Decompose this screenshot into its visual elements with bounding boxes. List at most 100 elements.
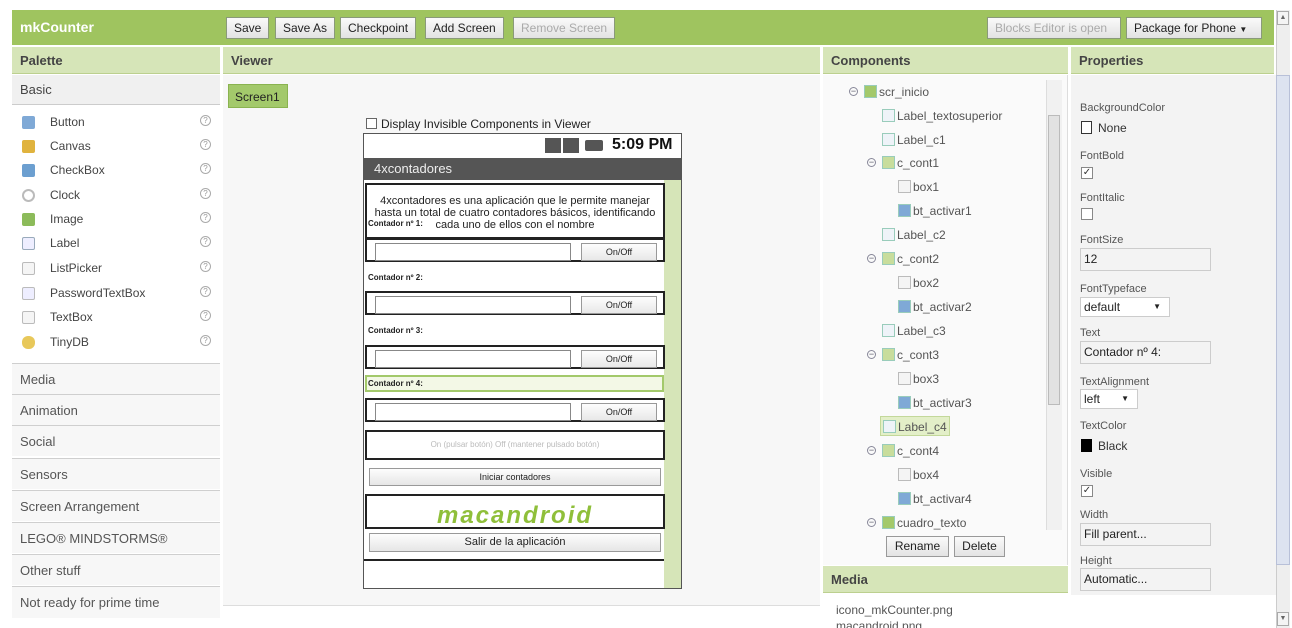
counter-row-2: On/Off — [365, 291, 665, 315]
prop-height-label: Height — [1080, 555, 1112, 567]
start-counters-button[interactable]: Iniciar contadores — [369, 468, 661, 486]
fontitalic-checkbox[interactable] — [1081, 208, 1093, 220]
textalignment-value: left — [1084, 392, 1101, 406]
counter-row-4: On/Off — [365, 398, 665, 422]
palette-category-lego[interactable]: LEGO® MINDSTORMS® — [12, 522, 220, 553]
palette-category-media[interactable]: Media — [12, 363, 220, 394]
visible-checkbox[interactable]: ✓ — [1081, 485, 1093, 497]
tree-item-bt-activar1[interactable]: bt_activar1 — [898, 201, 972, 221]
image-icon — [22, 213, 35, 226]
help-icon[interactable]: ? — [200, 335, 211, 346]
palette-category-social[interactable]: Social — [12, 425, 220, 456]
palette-category-other[interactable]: Other stuff — [12, 554, 220, 585]
palette-basic-category[interactable]: Basic — [12, 75, 220, 105]
tree-item-box3[interactable]: box3 — [898, 369, 939, 389]
onoff-button-1[interactable]: On/Off — [581, 243, 657, 261]
help-icon[interactable]: ? — [200, 286, 211, 297]
onoff-button-2[interactable]: On/Off — [581, 296, 657, 314]
tree-item-box2[interactable]: box2 — [898, 273, 939, 293]
counter-input-1[interactable] — [375, 243, 571, 261]
display-invisible-checkbox[interactable] — [366, 118, 377, 129]
tree-item-label-c2[interactable]: Label_c2 — [882, 225, 946, 245]
tree-item-label-c4-selected[interactable]: Label_c4 — [880, 416, 950, 436]
fonttypeface-select[interactable]: default ▼ — [1080, 297, 1170, 317]
tree-item-scr-inicio[interactable]: scr_inicio — [864, 82, 929, 102]
collapse-icon[interactable]: − — [867, 350, 876, 359]
counter-label-1: Contador nº 1: — [368, 219, 423, 228]
checkpoint-button[interactable]: Checkpoint — [340, 17, 417, 39]
counter-input-2[interactable] — [375, 296, 571, 314]
counter-input-3[interactable] — [375, 350, 571, 368]
help-icon[interactable]: ? — [200, 163, 211, 174]
delete-button[interactable]: Delete — [954, 536, 1005, 557]
help-icon[interactable]: ? — [200, 139, 211, 150]
prop-textcolor-value[interactable]: Black — [1098, 439, 1127, 453]
tree-item-label-c1[interactable]: Label_c1 — [882, 130, 946, 150]
counter-label-3: Contador nº 3: — [368, 326, 423, 335]
tree-item-cuadro-texto[interactable]: cuadro_texto — [882, 513, 966, 533]
blocks-editor-button[interactable]: Blocks Editor is open — [987, 17, 1121, 39]
tree-item-label-c3[interactable]: Label_c3 — [882, 321, 946, 341]
textcolor-swatch[interactable] — [1081, 439, 1092, 452]
textalignment-select[interactable]: left ▼ — [1080, 389, 1138, 409]
media-file-2[interactable]: macandroid.png — [836, 621, 922, 628]
scroll-up-icon[interactable]: ▲ — [1277, 11, 1289, 25]
tree-item-c-cont1[interactable]: c_cont1 — [882, 153, 939, 173]
fontsize-input[interactable]: 12 — [1080, 248, 1211, 271]
help-icon[interactable]: ? — [200, 310, 211, 321]
collapse-icon[interactable]: − — [849, 87, 858, 96]
tree-item-bt-activar3[interactable]: bt_activar3 — [898, 393, 972, 413]
tree-item-c-cont3[interactable]: c_cont3 — [882, 345, 939, 365]
collapse-icon[interactable]: − — [867, 518, 876, 527]
help-icon[interactable]: ? — [200, 212, 211, 223]
screen1-button[interactable]: Screen1 — [228, 84, 288, 108]
add-screen-button[interactable]: Add Screen — [425, 17, 504, 39]
help-icon[interactable]: ? — [200, 188, 211, 199]
tree-item-c-cont2[interactable]: c_cont2 — [882, 249, 939, 269]
text-input[interactable]: Contador nº 4: — [1080, 341, 1211, 364]
palette-category-not-ready[interactable]: Not ready for prime time — [12, 586, 220, 618]
help-icon[interactable]: ? — [200, 236, 211, 247]
package-for-phone-button[interactable]: Package for Phone ▼ — [1126, 17, 1262, 39]
save-as-button[interactable]: Save As — [275, 17, 336, 39]
components-header: Components — [823, 47, 1068, 74]
tree-item-label-textosuperior[interactable]: Label_textosuperior — [882, 106, 1002, 126]
components-scroll-thumb[interactable] — [1048, 115, 1060, 405]
fontbold-checkbox[interactable]: ✓ — [1081, 167, 1093, 179]
scroll-down-icon[interactable]: ▼ — [1277, 612, 1289, 626]
button-icon — [898, 396, 911, 409]
screen-arrangement-icon — [864, 85, 877, 98]
onoff-button-3[interactable]: On/Off — [581, 350, 657, 368]
tree-item-box4[interactable]: box4 — [898, 465, 939, 485]
checkbox-icon — [22, 164, 35, 177]
tree-item-c-cont4[interactable]: c_cont4 — [882, 441, 939, 461]
phone-bottom-line — [364, 559, 664, 561]
collapse-icon[interactable]: − — [867, 446, 876, 455]
exit-app-button[interactable]: Salir de la aplicación — [369, 533, 661, 552]
onoff-button-4[interactable]: On/Off — [581, 403, 657, 421]
prop-backgroundcolor-value[interactable]: None — [1098, 121, 1127, 135]
label-icon — [882, 324, 895, 337]
collapse-icon[interactable]: − — [867, 158, 876, 167]
tree-item-bt-activar2[interactable]: bt_activar2 — [898, 297, 972, 317]
signal-icon — [545, 138, 561, 153]
height-input[interactable]: Automatic... — [1080, 568, 1211, 591]
palette-category-sensors[interactable]: Sensors — [12, 458, 220, 489]
palette-category-animation[interactable]: Animation — [12, 394, 220, 425]
prop-textcolor-label: TextColor — [1080, 420, 1127, 432]
prop-textalignment-label: TextAlignment — [1080, 376, 1150, 388]
width-input[interactable]: Fill parent... — [1080, 523, 1211, 546]
remove-screen-button[interactable]: Remove Screen — [513, 17, 616, 39]
rename-button[interactable]: Rename — [886, 536, 949, 557]
palette-category-screen-arrangement[interactable]: Screen Arrangement — [12, 490, 220, 521]
help-icon[interactable]: ? — [200, 115, 211, 126]
counter-input-4[interactable] — [375, 403, 571, 421]
tree-item-bt-activar4[interactable]: bt_activar4 — [898, 489, 972, 509]
properties-scrollbar[interactable] — [1276, 75, 1290, 565]
save-button[interactable]: Save — [226, 17, 270, 39]
tree-item-box1[interactable]: box1 — [898, 177, 939, 197]
backgroundcolor-swatch[interactable] — [1081, 121, 1092, 134]
collapse-icon[interactable]: − — [867, 254, 876, 263]
help-icon[interactable]: ? — [200, 261, 211, 272]
media-file-1[interactable]: icono_mkCounter.png — [836, 603, 953, 617]
